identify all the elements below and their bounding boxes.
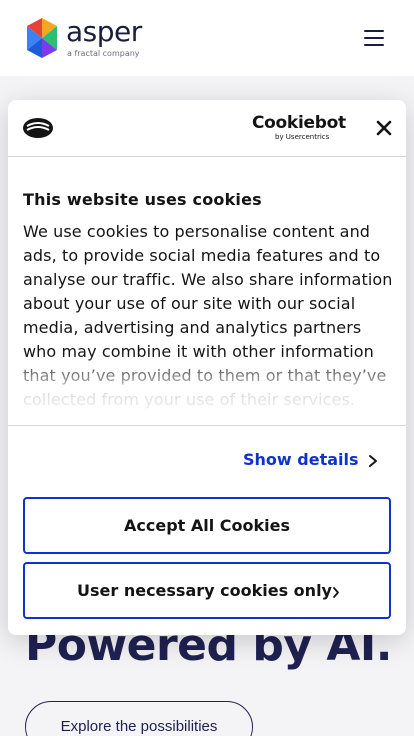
accept-all-cookies-button[interactable]: Accept All Cookies bbox=[23, 497, 391, 554]
brand-name: asper bbox=[66, 15, 142, 48]
cookiebot-subtitle: by Usercentrics bbox=[275, 133, 330, 141]
chevron-right-icon[interactable] bbox=[368, 454, 378, 468]
close-icon[interactable] bbox=[373, 117, 395, 139]
dialog-body: This website uses cookies We use cookies… bbox=[8, 158, 406, 426]
page: Powered by AI. Explore the possibilities… bbox=[0, 0, 414, 736]
dialog-title: This website uses cookies bbox=[23, 190, 262, 209]
brand-tagline: a fractal company bbox=[67, 49, 140, 58]
necessary-cookies-label: User necessary cookies only bbox=[77, 581, 332, 600]
necessary-cookies-only-button[interactable]: User necessary cookies only bbox=[23, 562, 391, 619]
hamburger-menu-icon[interactable] bbox=[361, 27, 387, 49]
explore-button[interactable]: Explore the possibilities bbox=[25, 701, 253, 736]
cookiebot-name: Cookiebot bbox=[252, 113, 346, 133]
cookie-icon bbox=[23, 118, 53, 138]
cookie-consent-dialog: Cookiebot by Usercentrics This website u… bbox=[8, 100, 406, 635]
site-header: asper a fractal company bbox=[0, 0, 414, 76]
show-details-link[interactable]: Show details bbox=[243, 450, 359, 469]
chevron-right-icon bbox=[333, 587, 339, 598]
cookiebot-logo[interactable]: Cookiebot by Usercentrics bbox=[252, 113, 346, 143]
dialog-header: Cookiebot by Usercentrics bbox=[8, 100, 406, 157]
asper-logo-icon[interactable] bbox=[20, 17, 64, 59]
dialog-description: We use cookies to personalise content an… bbox=[23, 222, 393, 409]
